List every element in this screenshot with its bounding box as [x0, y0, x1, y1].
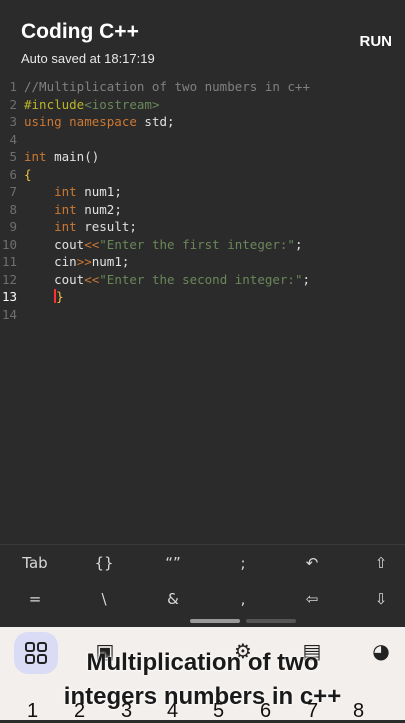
app-bar: Coding C++ Auto saved at 18:17:19 RUN: [0, 0, 405, 76]
line-number: 11: [1, 254, 17, 269]
code-line[interactable]: 13 }: [0, 288, 405, 305]
symbol-keyboard: Tab {} “” ; ↶ ⇧ = \ & , ⇦ ⇩: [0, 544, 405, 623]
line-number: 5: [9, 149, 17, 164]
code-token: >>: [76, 254, 92, 269]
code-line[interactable]: 5 int main(): [0, 148, 405, 165]
code-text: {: [24, 166, 32, 183]
code-line[interactable]: 9 int result;: [0, 218, 405, 235]
key-comma[interactable]: ,: [214, 581, 272, 617]
code-text: cout<<"Enter the first integer:";: [24, 236, 302, 253]
code-editor[interactable]: 1 //Multiplication of two numbers in c++ 2…: [0, 76, 405, 544]
code-token: main(): [46, 149, 100, 164]
code-text: }: [24, 288, 64, 305]
arrow-down-icon[interactable]: ⇩: [352, 581, 405, 617]
code-token: }: [56, 289, 64, 304]
code-line[interactable]: 3 using namespace std;: [0, 113, 405, 130]
code-line[interactable]: 14: [0, 306, 405, 323]
caption-line-1: Multiplication of two: [86, 649, 319, 676]
scroll-indicator: [190, 619, 240, 623]
code-text: int main(): [24, 148, 99, 165]
code-text: #include<iostream>: [24, 96, 159, 113]
arrow-left-icon[interactable]: ⇦: [283, 581, 341, 617]
key-equals[interactable]: =: [6, 581, 64, 617]
code-text: int num2;: [24, 201, 122, 218]
autosave-status: Auto saved at 18:17:19: [21, 51, 155, 66]
code-token: cin: [24, 254, 77, 269]
code-token: <iostream>: [84, 96, 160, 112]
line-number: 8: [9, 201, 17, 217]
key-tab[interactable]: Tab: [6, 545, 64, 581]
line-number: 9: [9, 219, 17, 234]
code-line[interactable]: 4: [0, 131, 405, 148]
code-token: int: [54, 219, 77, 234]
code-line[interactable]: 7 int num1;: [0, 183, 405, 200]
code-token: #include: [24, 96, 85, 112]
line-number: 14: [1, 306, 17, 322]
code-token: "Enter the second integer:": [99, 271, 303, 287]
code-text: cin>>num1;: [24, 253, 129, 270]
code-token: num1;: [91, 254, 130, 269]
code-token: num1;: [76, 184, 122, 199]
code-token: using namespace: [24, 114, 137, 129]
line-number: 6: [9, 166, 17, 182]
code-line[interactable]: 11 cin>>num1;: [0, 253, 405, 270]
line-number: 13: [1, 289, 17, 304]
key-quotes[interactable]: “”: [144, 545, 202, 581]
code-token: cout: [24, 271, 85, 287]
code-token: //Multiplication of two numbers in c++: [24, 79, 310, 94]
undo-icon[interactable]: ↶: [283, 545, 341, 581]
code-line[interactable]: 6{: [0, 166, 405, 183]
line-number: 10: [1, 236, 17, 252]
arrow-up-icon[interactable]: ⇧: [352, 545, 405, 581]
key-semicolon[interactable]: ;: [214, 545, 272, 581]
line-number: 1: [9, 79, 17, 94]
run-button[interactable]: RUN: [360, 33, 393, 50]
code-line[interactable]: 10 cout<<"Enter the first integer:";: [0, 236, 405, 253]
line-number: 4: [9, 131, 17, 147]
code-token: <<: [84, 236, 100, 252]
line-number: 7: [9, 184, 17, 199]
code-text: using namespace std;: [24, 113, 175, 130]
key-braces[interactable]: {}: [75, 545, 133, 581]
line-number: 12: [1, 271, 17, 287]
app-title: Coding C++: [21, 20, 139, 43]
line-number: 2: [9, 96, 17, 112]
scroll-indicator-secondary: [246, 619, 296, 623]
code-text: int num1;: [24, 183, 122, 200]
code-token: int: [54, 184, 77, 199]
code-line[interactable]: 12 cout<<"Enter the second integer:";: [0, 271, 405, 288]
key-ampersand[interactable]: &: [144, 581, 202, 617]
code-line[interactable]: 2 #include<iostream>: [0, 96, 405, 113]
code-line[interactable]: 1 //Multiplication of two numbers in c++: [0, 78, 405, 95]
code-token: {: [24, 166, 32, 182]
code-token: cout: [24, 236, 85, 252]
code-token: std;: [136, 114, 175, 129]
code-text: int result;: [24, 218, 137, 235]
key-backslash[interactable]: \: [75, 581, 133, 617]
code-token: ;: [294, 236, 303, 252]
line-number: 3: [9, 114, 17, 129]
code-text: cout<<"Enter the second integer:";: [24, 271, 310, 288]
code-token: num2;: [76, 201, 122, 217]
code-token: int: [54, 201, 77, 217]
code-token: int: [24, 149, 47, 164]
code-token: ;: [302, 271, 311, 287]
number-row: 1 2 3 4 5 6 7 8: [0, 700, 405, 722]
code-text: //Multiplication of two numbers in c++: [24, 78, 310, 95]
code-token: <<: [84, 271, 100, 287]
code-token: result;: [76, 219, 137, 234]
code-token: "Enter the first integer:": [99, 236, 295, 252]
code-line[interactable]: 8 int num2;: [0, 201, 405, 218]
